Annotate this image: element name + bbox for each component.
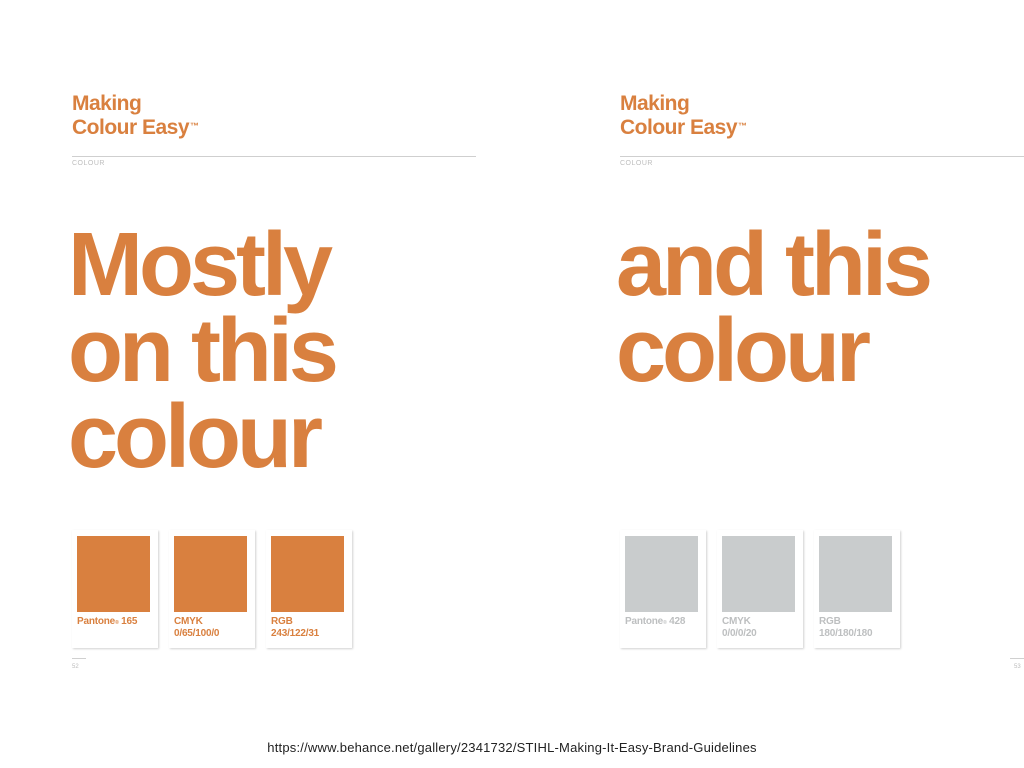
colour-chip (722, 536, 795, 612)
swatch-label: Pantone® 428 (625, 616, 686, 627)
section-label: COLOUR (620, 160, 653, 167)
page-number: 53 (1014, 664, 1021, 670)
header-rule (620, 156, 1024, 157)
brand-line-1: Making (72, 92, 142, 115)
swatch-label: CMYK 0/65/100/0 (174, 616, 220, 639)
brand-wordmark: Making Colour Easy™ (72, 92, 199, 140)
swatch-card-cmyk: CMYK 0/0/0/20 (717, 530, 803, 648)
headline-line-2: on this (68, 301, 339, 401)
colour-chip (271, 536, 344, 612)
brand-line-1: Making (620, 92, 690, 115)
swatch-label: RGB 243/122/31 (271, 616, 320, 639)
swatch-label: RGB 180/180/180 (819, 616, 873, 639)
colour-chip (819, 536, 892, 612)
swatch-card-rgb: RGB 180/180/180 (814, 530, 900, 648)
header-rule (72, 156, 476, 157)
headline-line-3: colour (68, 387, 323, 487)
swatch-card-rgb: RGB 243/122/31 (266, 530, 352, 648)
left-page: Making Colour Easy™ COLOUR Mostly on thi… (0, 0, 512, 700)
right-page: Making Colour Easy™ COLOUR and this colo… (512, 0, 1024, 700)
headline-line-2: colour (616, 301, 871, 401)
section-label: COLOUR (72, 160, 105, 167)
headline-line-1: Mostly (68, 215, 333, 315)
swatch-row: Pantone® 165 CMYK 0/65/100/0 RGB 243/122… (72, 530, 362, 650)
page-number-rule (72, 658, 86, 659)
swatch-label: Pantone® 165 (77, 616, 138, 627)
swatch-card-pantone: Pantone® 428 (620, 530, 706, 648)
swatch-card-cmyk: CMYK 0/65/100/0 (169, 530, 255, 648)
swatch-label: CMYK 0/0/0/20 (722, 616, 757, 639)
page-number-rule (1010, 658, 1024, 659)
headline-line-1: and this (616, 215, 933, 315)
swatch-card-pantone: Pantone® 165 (72, 530, 158, 648)
brand-line-2: Colour Easy™ (72, 116, 199, 139)
trademark-mark: ™ (190, 121, 199, 131)
source-url[interactable]: https://www.behance.net/gallery/2341732/… (0, 740, 1024, 755)
brochure-spread: Making Colour Easy™ COLOUR Mostly on thi… (0, 0, 1024, 768)
headline: and this colour (616, 215, 933, 401)
swatch-row: Pantone® 428 CMYK 0/0/0/20 RGB 180/180/1… (620, 530, 910, 650)
page-number: 52 (72, 664, 79, 670)
trademark-mark: ™ (738, 121, 747, 131)
colour-chip (174, 536, 247, 612)
brand-wordmark: Making Colour Easy™ (620, 92, 747, 140)
colour-chip (625, 536, 698, 612)
headline: Mostly on this colour (68, 215, 339, 487)
colour-chip (77, 536, 150, 612)
brand-line-2: Colour Easy™ (620, 116, 747, 139)
